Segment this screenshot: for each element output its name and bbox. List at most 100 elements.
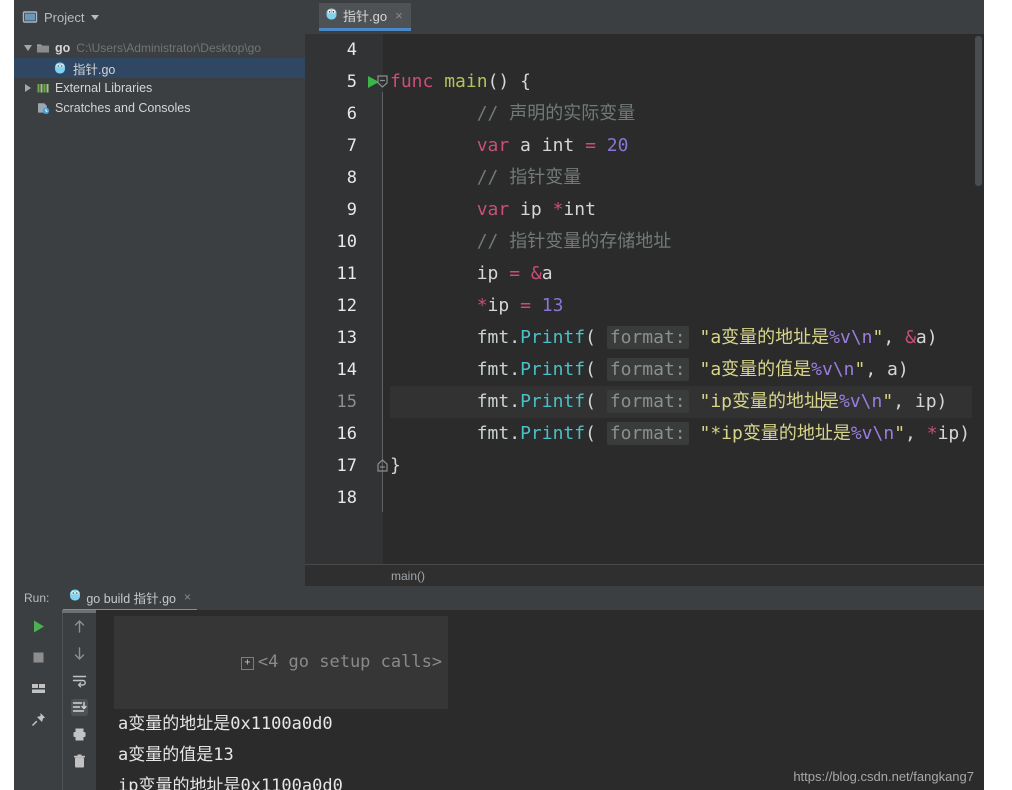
fold-collapse-icon[interactable] [377,75,388,88]
print-icon[interactable] [71,726,88,743]
gutter-row-17[interactable]: 17 [305,450,388,482]
breadcrumb[interactable]: main() [305,564,984,586]
gutter-row-12[interactable]: 12 [305,290,383,322]
code-line-6[interactable]: // 声明的实际变量 [390,98,984,130]
code-token: ( [585,327,607,348]
code-token: " [854,359,866,380]
gutter-row-9[interactable]: 9 [305,194,383,226]
run-tab-go-build[interactable]: go build 指针.go × [63,585,198,611]
code-editor[interactable]: 4 5 6 7 8 9 10 11 12 13 14 15 16 17 18 func main() { /… [305,34,984,586]
tree-item-go[interactable]: go C:\Users\Administrator\Desktop\go [14,38,305,58]
code-token: } [390,455,401,476]
code-token: ip) [937,423,971,444]
code-line-13[interactable]: fmt.Printf( format: "a变量的地址是%v\n", &a) [390,322,984,354]
gutter-row-13[interactable]: 13 [305,322,383,354]
trash-icon[interactable] [71,753,88,770]
fold-end-icon[interactable] [377,459,388,472]
code-line-9[interactable]: var ip *int [390,194,984,226]
gutter-row-15[interactable]: 15 [305,386,383,418]
line-number: 6 [346,104,357,124]
code-line-15[interactable]: fmt.Printf( format: "ip变量的地址是%v\n", ip) [390,386,984,418]
gutter-row-16[interactable]: 16 [305,418,383,450]
run-right-toolbar [62,610,96,790]
line-number: 5 [346,72,357,92]
close-icon[interactable]: × [395,9,403,22]
gutter-row-8[interactable]: 8 [305,162,383,194]
scroll-to-end-icon[interactable] [71,699,88,716]
arrow-down-icon[interactable] [71,645,88,662]
editor-scrollbar-thumb[interactable] [975,36,982,186]
code-token: . [509,391,521,412]
code-line-14[interactable]: fmt.Printf( format: "a变量的值是%v\n", a) [390,354,984,386]
tree-item-external-libraries[interactable]: External Libraries [14,78,305,98]
gutter-row-7[interactable]: 7 [305,130,383,162]
editor-gutter[interactable]: 4 5 6 7 8 9 10 11 12 13 14 15 16 17 18 [305,34,388,564]
code-line-7[interactable]: var a int = 20 [390,130,984,162]
gutter-row-18[interactable]: 18 [305,482,383,514]
code-line-5[interactable]: func main() { [390,66,984,98]
code-token: fmt [476,327,510,348]
gutter-row-6[interactable]: 6 [305,98,383,130]
soft-wrap-icon[interactable] [71,672,88,689]
line-number: 13 [336,328,357,348]
run-left-toolbar [14,610,62,790]
console-fold-row[interactable]: + <4 go setup calls> [96,616,984,709]
code-token: int [541,135,575,156]
code-token: ip [390,263,510,284]
code-line-12[interactable]: *ip = 13 [390,290,984,322]
code-token: format: [606,390,689,413]
project-panel-header[interactable]: Project [14,0,305,34]
expand-icon[interactable]: + [240,657,254,670]
code-line-11[interactable]: ip = &a [390,258,984,290]
code-token: // 声明的实际变量 [390,103,636,124]
gutter-row-5[interactable]: 5 [305,66,388,98]
layout-icon[interactable] [30,680,47,697]
tree-item-scratches-and-consoles[interactable]: Scratches and Consoles [14,98,305,118]
project-tree[interactable]: go C:\Users\Administrator\Desktop\go 指针.… [14,34,305,586]
rerun-play-icon[interactable] [30,618,47,635]
code-content[interactable]: func main() { // 声明的实际变量 var a int = 20 … [383,34,984,564]
gutter-row-14[interactable]: 14 [305,354,383,386]
line-number: 15 [336,392,357,412]
editor-tab-pointer-go[interactable]: 指针.go × [319,3,411,31]
pin-icon[interactable] [30,711,47,728]
code-token: Printf [520,423,586,444]
code-line-4[interactable] [390,34,984,66]
code-token: %v\n [829,327,873,348]
editor-scrollbar[interactable] [972,34,984,564]
code-line-16[interactable]: fmt.Printf( format: "*ip变量的地址是%v\n", *ip… [390,418,984,450]
code-token: "ip变量的地址 [699,391,822,412]
code-token: & [905,327,916,348]
console-collapsed-frames[interactable]: + <4 go setup calls> [114,616,449,709]
chevron-collapsed-icon[interactable] [22,82,34,94]
code-line-18[interactable] [390,482,984,514]
code-token: = [585,135,596,156]
chevron-down-icon[interactable] [91,14,100,20]
tree-item-pointer-go-label: 指针.go [73,62,116,77]
code-token: ( [585,423,607,444]
gutter-row-10[interactable]: 10 [305,226,383,258]
code-line-8[interactable]: // 指针变量 [390,162,984,194]
stop-square-icon[interactable] [30,649,47,666]
gutter-row-4[interactable]: 4 [305,34,383,66]
chevron-expanded-icon[interactable] [22,42,34,54]
code-token: ip [487,295,521,316]
console-output[interactable]: + <4 go setup calls> a变量的地址是0x1100a0d0 a变量… [96,610,984,790]
console-line-2: a变量的值是13 [118,745,234,765]
close-icon-run-tab[interactable]: × [184,590,191,604]
arrow-up-icon[interactable] [71,618,88,635]
code-token: fmt [476,359,510,380]
project-window-icon [22,9,38,25]
tree-item-pointer-go[interactable]: 指针.go [14,58,305,78]
gutter-row-11[interactable]: 11 [305,258,383,290]
code-line-17[interactable]: } [390,450,984,482]
code-line-10[interactable]: // 指针变量的存储地址 [390,226,984,258]
